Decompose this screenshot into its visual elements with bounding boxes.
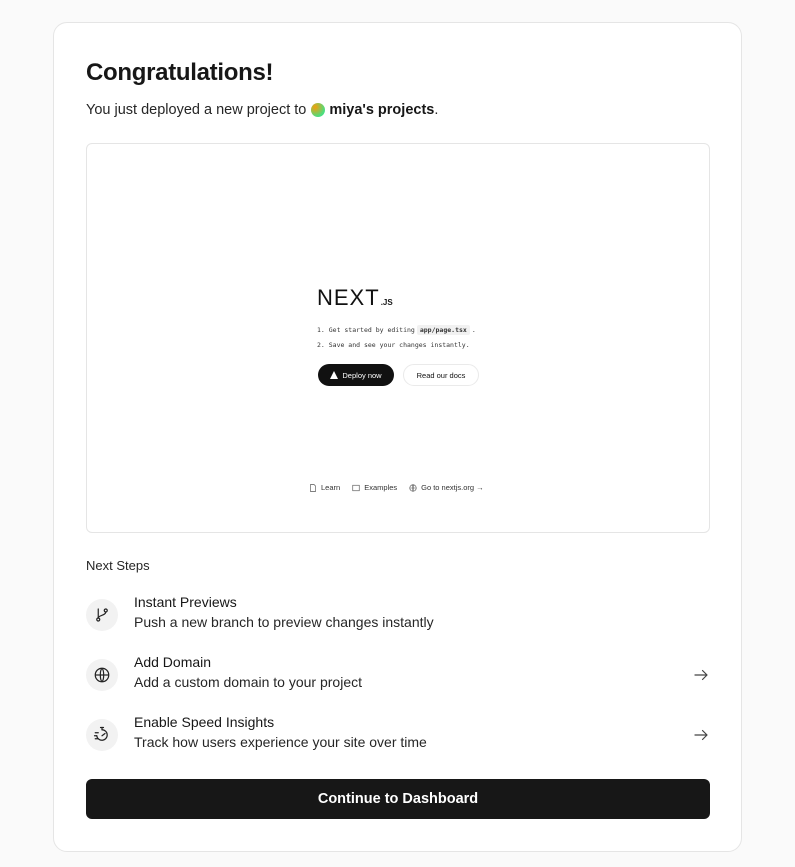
stopwatch-icon-circle	[86, 719, 118, 751]
step-title: Instant Previews	[134, 594, 237, 610]
next-step-instant-previews[interactable]: Instant Previews Push a new branch to pr…	[86, 593, 710, 641]
team-avatar	[311, 103, 326, 117]
preview-footer: Learn Examples Go to nextjs.org →	[309, 483, 484, 492]
logo-suffix: .JS	[380, 298, 393, 307]
file-icon	[310, 483, 316, 492]
deploy-subtitle: You just deployed a new project to miya'…	[86, 102, 438, 118]
footer-examples-label: Examples	[364, 483, 398, 492]
deploy-label: Deploy now	[342, 370, 382, 380]
step-title: Enable Speed Insights	[134, 714, 275, 730]
next-step-add-domain[interactable]: Add Domain Add a custom domain to your p…	[86, 653, 710, 701]
step-description: Push a new branch to preview changes ins…	[134, 614, 434, 630]
arrow-right-icon[interactable]	[692, 726, 710, 744]
stopwatch-icon	[93, 726, 108, 741]
logo-word: NEXT	[317, 285, 380, 310]
next-steps-heading: Next Steps	[86, 558, 150, 573]
preview-step-2: 2. Save and see your changes instantly.	[317, 340, 470, 349]
step1-text: 1. Get started by editing	[317, 325, 415, 334]
step-description: Add a custom domain to your project	[134, 674, 363, 690]
step-description: Track how users experience your site ove…	[134, 734, 427, 750]
footer-nextjs: Go to nextjs.org →	[409, 483, 484, 492]
footer-learn: Learn	[309, 483, 340, 492]
preview-step-1: 1. Get started by editing app/page.tsx .	[317, 322, 476, 337]
step1-suffix: .	[471, 325, 476, 334]
page-title: Congratulations!	[86, 59, 274, 86]
deployment-preview[interactable]: NEXT .JS 1. Get started by editing app/p…	[86, 143, 710, 533]
globe-icon-circle	[86, 659, 118, 691]
nextjs-logo: NEXT .JS	[317, 285, 393, 310]
step1-code: app/page.tsx	[416, 324, 470, 335]
team-name[interactable]: miya's projects	[329, 102, 434, 118]
preview-instructions: 1. Get started by editing app/page.tsx .…	[317, 322, 476, 352]
git-branch-icon-circle	[86, 599, 118, 631]
subtitle-suffix: .	[434, 102, 439, 118]
window-icon	[352, 484, 360, 491]
globe-icon	[94, 667, 110, 683]
footer-examples: Examples	[352, 483, 397, 492]
preview-deploy-button: Deploy now	[318, 364, 394, 386]
footer-learn-label: Learn	[321, 483, 341, 492]
footer-nextjs-label: Go to nextjs.org →	[421, 483, 484, 492]
deployment-success-card: Congratulations! You just deployed a new…	[53, 22, 742, 852]
arrow-right-icon[interactable]	[692, 666, 710, 684]
subtitle-prefix: You just deployed a new project to	[86, 102, 307, 118]
git-branch-icon	[96, 608, 108, 622]
next-step-speed-insights[interactable]: Enable Speed Insights Track how users ex…	[86, 713, 710, 761]
step-title: Add Domain	[134, 654, 212, 670]
globe-icon	[409, 483, 417, 492]
preview-docs-button: Read our docs	[403, 364, 479, 386]
continue-to-dashboard-button[interactable]: Continue to Dashboard	[86, 779, 710, 819]
vercel-triangle-icon	[330, 371, 339, 379]
